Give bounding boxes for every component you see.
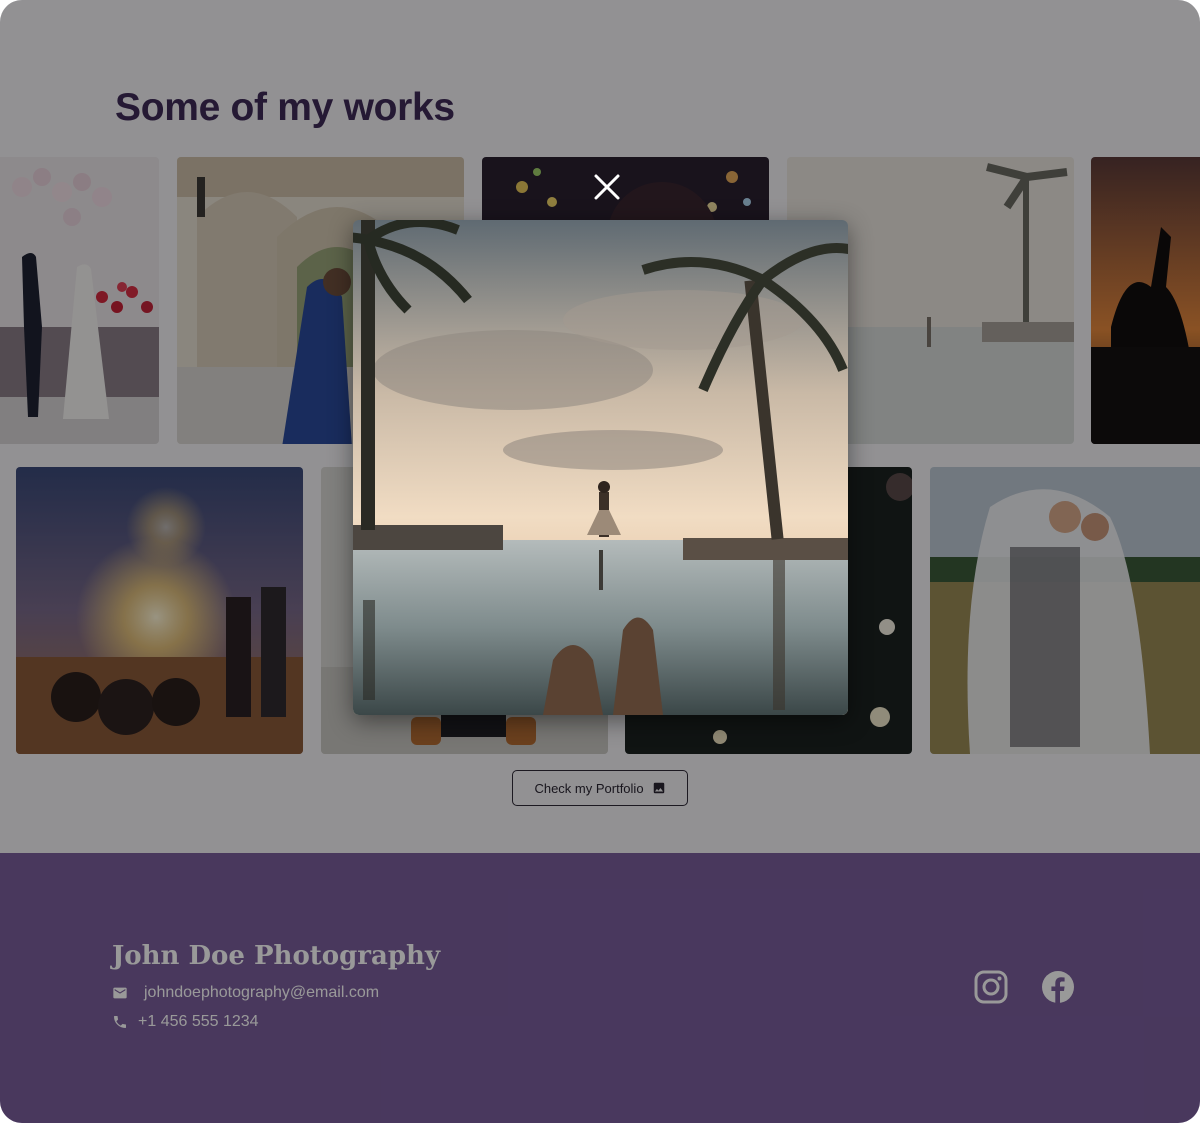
close-icon[interactable] [592,172,622,202]
page: Some of my works Check my Portfolio John… [0,0,1200,1123]
infinity-pool-image [353,220,848,715]
modal-image [353,220,848,715]
